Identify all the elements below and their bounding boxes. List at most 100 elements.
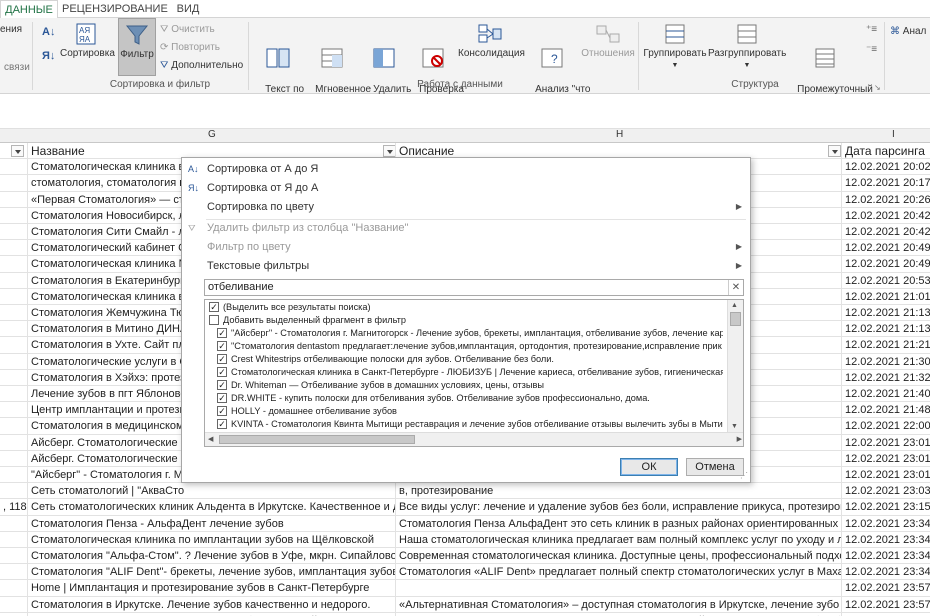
cell-a[interactable] [0,224,27,240]
filter-list-item[interactable]: ✓ Стоматологическая клиника в Санкт-Петер… [205,366,723,379]
cell-date[interactable]: 12.02.2021 20:26:5 [842,192,930,208]
cell-date[interactable]: 12.02.2021 20:49:2 [842,256,930,272]
cell-a[interactable] [0,321,27,337]
checkbox[interactable]: ✓ [217,341,227,351]
scroll-down-icon[interactable]: ▼ [731,423,738,430]
cell-a[interactable] [0,435,27,451]
cell-name[interactable]: Стоматологическая клиника по имплантации… [27,531,396,548]
cell-date[interactable]: 12.02.2021 23:57:2 [842,597,930,613]
filter-list-item[interactable]: ✓ DR.WHITE - купить полоски для отбеливан… [205,392,723,405]
sort-az-icon[interactable]: A↓ [42,26,55,38]
tab-view[interactable]: ВИД [170,0,206,18]
cell-a[interactable] [0,354,27,370]
menu-text-filters[interactable]: Текстовые фильтры ▶ [182,256,750,276]
ok-button[interactable]: ОК [620,458,678,476]
cell-a[interactable] [0,580,27,596]
clear-search-icon[interactable]: ✕ [728,280,743,295]
cell-date[interactable]: 12.02.2021 23:01:3 [842,467,930,483]
tab-data[interactable]: ДАННЫЕ [0,0,58,19]
cell-name[interactable]: Стоматология "Альфа-Стом". ? Лечение зуб… [27,548,396,564]
analysis-button[interactable]: ⌘ Анал [890,26,926,38]
scroll-thumb[interactable] [730,312,741,326]
cell-a[interactable] [0,532,27,548]
filter-list-item[interactable]: ✓ Crest Whitestrips отбеливающие полоски … [205,353,723,366]
cell-a[interactable] [0,370,27,386]
cell-a[interactable] [0,256,27,272]
cell-description[interactable]: Наша стоматологическая клиника предлагае… [396,531,842,548]
filter-dropdown-icon[interactable] [828,145,841,157]
filter-search-input[interactable]: отбеливание ✕ [204,279,744,296]
checkbox[interactable]: ✓ [217,367,227,377]
cell-a[interactable] [0,143,27,159]
cell-a[interactable] [0,548,27,564]
cell-description[interactable]: Современная стоматологическая клиника. Д… [396,548,842,564]
cell-a[interactable] [0,337,27,353]
column-header-h[interactable]: H [616,129,623,140]
cell-date[interactable]: 12.02.2021 23:01:3 [842,451,930,467]
cell-date[interactable]: 12.02.2021 23:57:2 [842,580,930,596]
checkbox[interactable]: ✓ [217,393,227,403]
menu-clear-filter[interactable]: ⛛ Удалить фильтр из столбца "Название" [182,218,750,238]
cell-name[interactable]: Стоматология "ALIF Dent"- брекеты, лечен… [27,564,396,581]
filter-list-item[interactable]: ✓ "Айсберг" - Стоматология г. Магнитогорс… [205,327,723,340]
cell-date[interactable]: 12.02.2021 22:00:3 [842,418,930,434]
cell-date[interactable]: 12.02.2021 23:34:3 [842,532,930,548]
cell-name[interactable]: Сеть стоматологий | "АкваСто [27,483,396,500]
checkbox[interactable]: ✓ [217,354,227,364]
filter-list-item[interactable]: ✓ "Стоматология dentastom предлагает:лече… [205,340,723,353]
list-horizontal-scrollbar[interactable]: ◀ ▶ [205,432,743,446]
list-vertical-scrollbar[interactable]: ▲ ▼ [727,300,743,432]
cell-date[interactable]: 12.02.2021 20:49:2 [842,240,930,256]
checkbox[interactable] [209,315,219,325]
cell-a[interactable] [0,159,27,175]
cell-a[interactable] [0,418,27,434]
cell-date[interactable]: 12.02.2021 21:40:1 [842,386,930,402]
cell-date[interactable]: 12.02.2021 20:42:2 [842,224,930,240]
cell-name[interactable]: Home | Имплантация и протезирование зубо… [27,580,396,597]
cell-description[interactable]: «Альтернативная Стоматология» – доступна… [396,596,842,613]
cell-date[interactable]: 12.02.2021 23:01:3 [842,435,930,451]
show-detail-icon[interactable]: ⁺≡ [866,24,877,36]
cell-a[interactable] [0,305,27,321]
structure-launcher-icon[interactable]: ↘ [874,82,881,94]
cell-name[interactable]: Сеть стоматологических клиник Альдента в… [27,499,396,516]
cancel-button[interactable]: Отмена [686,458,744,476]
cell-a[interactable] [0,483,27,499]
cell-date[interactable]: 12.02.2021 20:53:0 [842,273,930,289]
relationships-button[interactable]: Отношения [580,22,636,60]
cell-date[interactable]: 12.02.2021 21:48:2 [842,402,930,418]
header-date-cell[interactable]: Дата парсинга [842,143,930,159]
cell-a[interactable] [0,208,27,224]
checkbox[interactable]: ✓ [209,302,219,312]
column-header-g[interactable]: G [208,129,216,140]
filter-button[interactable]: Фильтр [118,18,156,76]
cell-a[interactable] [0,192,27,208]
scroll-up-icon[interactable]: ▲ [731,302,738,309]
checkbox[interactable]: ✓ [217,380,227,390]
cell-name[interactable]: Стоматология Пенза - АльфаДент лечение з… [27,515,396,532]
sort-za-icon[interactable]: Я↓ [42,50,55,62]
clear-filter-button[interactable]: ⛛ Очистить [160,24,215,36]
cell-a[interactable] [0,289,27,305]
filter-dropdown-icon[interactable] [383,145,395,157]
cell-description[interactable]: Стоматология Пенза АльфаДент это сеть кл… [396,515,842,532]
cell-a[interactable] [0,467,27,483]
cell-a[interactable] [0,451,27,467]
cell-a[interactable] [0,386,27,402]
cell-date[interactable]: 12.02.2021 23:03:2 [842,483,930,499]
cell-date[interactable]: 12.02.2021 21:21:0 [842,337,930,353]
group-button[interactable]: Группировать ▼ [642,22,708,72]
cell-date[interactable]: 12.02.2021 20:42:2 [842,208,930,224]
cell-a[interactable]: , 118: [0,499,27,515]
resize-grip-icon[interactable]: ⋰ [740,471,748,480]
hide-detail-icon[interactable]: ⁻≡ [866,44,877,56]
ungroup-button[interactable]: Разгруппировать ▼ [708,22,786,72]
column-header-i[interactable]: I [892,129,895,140]
cell-description[interactable]: Стоматология «ALIF Dent» предлагает полн… [396,564,842,581]
cell-a[interactable] [0,564,27,580]
horizontal-scroll-thumb[interactable] [219,435,415,444]
filter-list-item[interactable]: ✓ Dr. Whiteman — Отбеливание зубов в дома… [205,379,723,392]
consolidate-button[interactable]: Консолидация [458,22,525,60]
cell-date[interactable]: 12.02.2021 23:34:3 [842,516,930,532]
cell-date[interactable]: 12.02.2021 21:30:0 [842,354,930,370]
